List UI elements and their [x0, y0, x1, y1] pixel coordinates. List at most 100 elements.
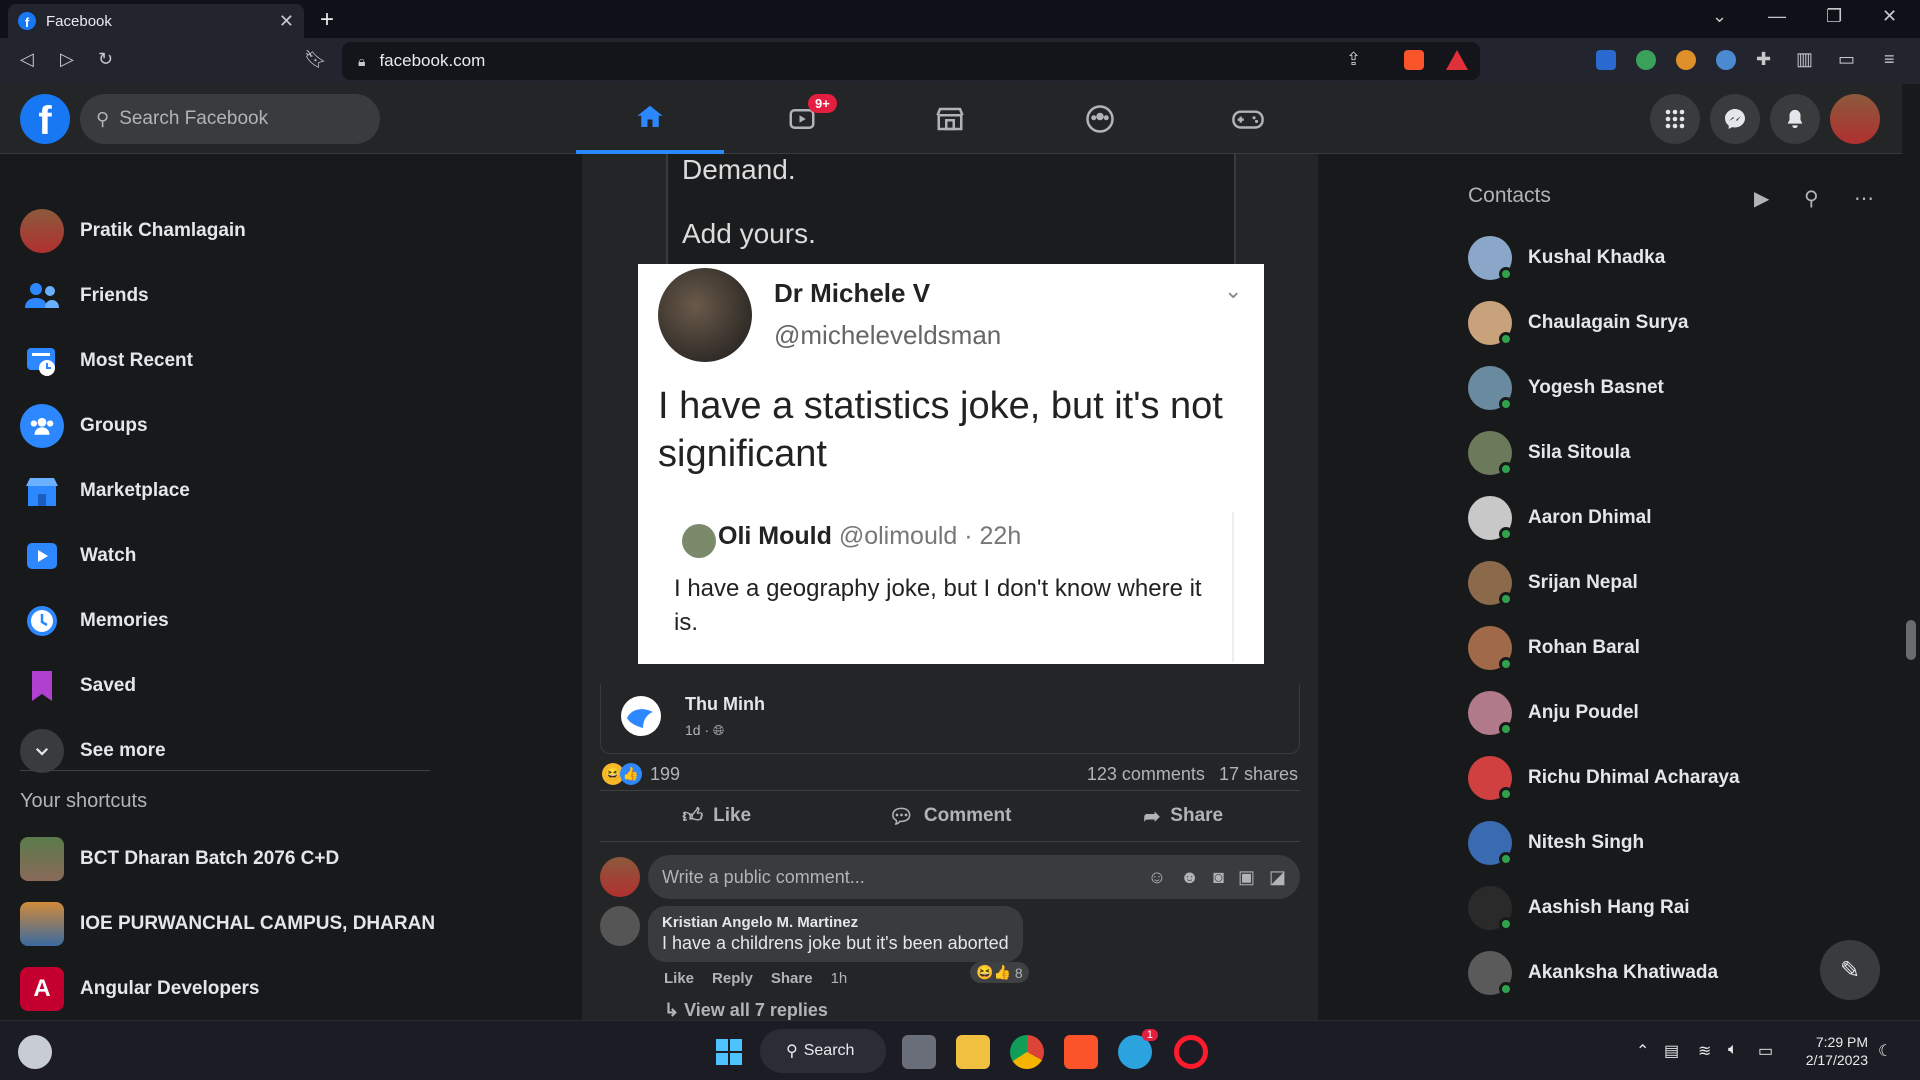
new-message-button[interactable]: ✎ [1820, 940, 1880, 1000]
task-view-icon[interactable] [902, 1035, 936, 1069]
search-box[interactable]: ⚲ [80, 94, 380, 144]
contact-item[interactable]: Sila Sitoula [1468, 427, 1630, 479]
tab-marketplace[interactable] [876, 84, 1024, 154]
tab-home[interactable] [576, 84, 724, 154]
shortcut-item[interactable]: BCT Dharan Batch 2076 C+D [20, 834, 339, 884]
file-explorer-icon[interactable] [956, 1035, 990, 1069]
brave-browser-icon[interactable] [1064, 1035, 1098, 1069]
contact-item[interactable]: Chaulagain Surya [1468, 297, 1689, 349]
menu-grid-button[interactable] [1650, 94, 1700, 144]
sticker-icon[interactable]: ◪ [1269, 867, 1286, 888]
contact-item[interactable]: Srijan Nepal [1468, 557, 1638, 609]
bookmark-icon[interactable]: 🔖︎ [304, 49, 327, 70]
scrollbar[interactable] [1902, 84, 1920, 1020]
sidebar-item-marketplace[interactable]: Marketplace [20, 466, 190, 516]
comment-share-link[interactable]: Share [771, 970, 813, 987]
comment-like-link[interactable]: Like [664, 970, 694, 987]
reaction-count[interactable]: 199 [650, 764, 680, 785]
view-replies-link[interactable]: ↳ View all 7 replies [664, 1000, 828, 1020]
gif-icon[interactable]: ▣ [1238, 867, 1255, 888]
tab-groups[interactable] [1026, 84, 1174, 154]
clock[interactable]: 7:29 PM 2/17/2023 [1798, 1033, 1868, 1069]
contact-item[interactable]: Aaron Dhimal [1468, 492, 1652, 544]
tab-gaming[interactable] [1174, 84, 1322, 154]
comment-input-box[interactable]: ☺ ☻ ◙ ▣ ◪ [648, 855, 1300, 899]
contact-item[interactable]: Anju Poudel [1468, 687, 1639, 739]
shortcut-item[interactable]: IOE PURWANCHAL CAMPUS, DHARAN [20, 899, 435, 949]
sidebar-item-saved[interactable]: Saved [20, 661, 136, 711]
opera-icon[interactable] [1174, 1035, 1208, 1069]
comment-time[interactable]: 1h [831, 970, 848, 987]
menu-icon[interactable]: ≡ [1884, 49, 1895, 70]
share-button[interactable]: ➦ Share [1067, 791, 1300, 841]
close-tab-icon[interactable]: ✕ [279, 11, 294, 32]
extension-orange-icon[interactable] [1676, 50, 1696, 70]
sidebar-item-friends[interactable]: Friends [20, 271, 149, 321]
contact-item[interactable]: Yogesh Basnet [1468, 362, 1664, 414]
sidebar-item-groups[interactable]: Groups [20, 401, 148, 451]
sidebar-item-most-recent[interactable]: Most Recent [20, 336, 193, 386]
notifications-button[interactable] [1770, 94, 1820, 144]
messenger-button[interactable] [1710, 94, 1760, 144]
commenter-avatar[interactable] [600, 906, 640, 946]
forward-icon[interactable]: ▷ [60, 49, 74, 70]
comment-reactions[interactable]: 😆 👍 8 [970, 962, 1029, 983]
contact-item[interactable]: Richu Dhimal Acharaya [1468, 752, 1740, 804]
react-devtools-icon[interactable] [1716, 50, 1736, 70]
windows-start-icon[interactable] [712, 1035, 746, 1069]
contact-item[interactable]: Kushal Khadka [1468, 232, 1665, 284]
display-icon[interactable]: ▤ [1664, 1041, 1679, 1061]
contact-item[interactable]: Nitesh Singh [1468, 817, 1644, 869]
scrollbar-thumb[interactable] [1906, 620, 1916, 660]
chevron-up-icon[interactable]: ⌃ [1636, 1041, 1649, 1061]
facebook-logo-icon[interactable]: f [20, 94, 70, 144]
notification-center-icon[interactable]: ☾ [1878, 1041, 1892, 1061]
comment-input[interactable] [662, 866, 1134, 888]
new-tab-icon[interactable]: + [320, 6, 334, 34]
address-bar[interactable]: 🔒︎ facebook.com [342, 42, 1480, 80]
chrome-icon[interactable] [1010, 1035, 1044, 1069]
brave-rewards-icon[interactable] [1446, 50, 1468, 70]
search-icon[interactable]: ⚲ [1804, 186, 1819, 211]
share-icon[interactable]: ⇪ [1346, 49, 1361, 70]
contact-item[interactable]: Akanksha Khatiwada [1468, 947, 1718, 999]
telegram-icon[interactable]: 1 [1118, 1029, 1158, 1069]
brave-shields-icon[interactable] [1404, 50, 1424, 70]
sidebar-icon[interactable]: ▥ [1796, 49, 1813, 70]
sidebar-item-see-more[interactable]: See more [20, 726, 166, 776]
volume-icon[interactable]: 🔈︎ [1728, 1041, 1738, 1059]
more-options-icon[interactable]: ⋯ [1854, 186, 1874, 211]
shortcut-item[interactable]: A Angular Developers [20, 964, 260, 1014]
reload-icon[interactable]: ↻ [98, 49, 113, 70]
commenter-name[interactable]: Kristian Angelo M. Martinez [662, 914, 1009, 931]
shares-count[interactable]: 17 shares [1219, 764, 1298, 785]
like-button[interactable]: 👍︎ Like [600, 791, 833, 841]
comments-count[interactable]: 123 comments [1087, 764, 1205, 785]
tab-search-icon[interactable]: ⌄ [1712, 6, 1727, 27]
wifi-icon[interactable]: ≋ [1698, 1041, 1711, 1061]
emoji-icon[interactable]: ☻ [1180, 867, 1199, 888]
restore-icon[interactable]: ❐ [1826, 6, 1842, 27]
taskbar-search[interactable]: ⚲ Search [760, 1029, 886, 1073]
avatar-sticker-icon[interactable]: ☺ [1148, 867, 1166, 888]
extension-green-icon[interactable] [1636, 50, 1656, 70]
sidebar-item-memories[interactable]: Memories [20, 596, 169, 646]
tweet-image[interactable]: Dr Michele V @micheleveldsman ⌄ I have a… [638, 264, 1264, 664]
sidebar-item-profile[interactable]: Pratik Chamlagain [20, 206, 246, 256]
extension-fi-icon[interactable] [1596, 50, 1616, 70]
video-call-icon[interactable]: ▶︎ [1754, 186, 1769, 211]
comment-button[interactable]: 💬︎ Comment [833, 791, 1066, 841]
weather-icon[interactable] [18, 1035, 52, 1069]
browser-tab[interactable]: f Facebook ✕ [8, 4, 304, 38]
close-window-icon[interactable]: ✕ [1882, 6, 1897, 27]
camera-icon[interactable]: ◙ [1213, 867, 1224, 888]
contact-item[interactable]: Rohan Baral [1468, 622, 1640, 674]
battery-icon[interactable]: ▭ [1758, 1041, 1773, 1061]
search-input[interactable] [119, 108, 350, 130]
contact-item[interactable]: Aashish Hang Rai [1468, 882, 1690, 934]
tab-watch[interactable]: 9+ [728, 84, 876, 154]
comment-reply-link[interactable]: Reply [712, 970, 753, 987]
sharer-name[interactable]: Thu Minh [685, 694, 765, 715]
sharer-avatar[interactable] [621, 696, 661, 736]
back-icon[interactable]: ◁ [20, 49, 34, 70]
